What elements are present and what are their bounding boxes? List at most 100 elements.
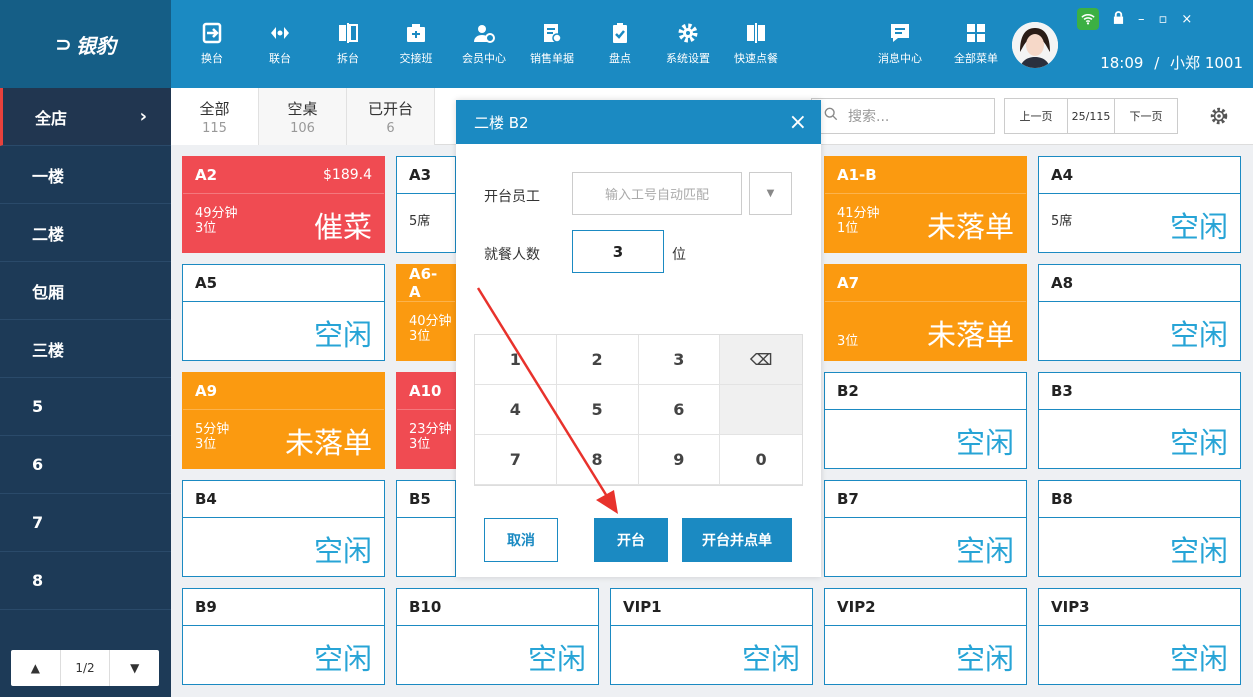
sidebar-item-floor-1[interactable]: 一楼 [0, 146, 171, 204]
dialog-header: 二楼 B2 × [456, 100, 821, 144]
table-card-a6-a[interactable]: A6-A 40分钟 3位 [396, 264, 456, 361]
table-card-b10[interactable]: B10 空闲 [396, 588, 599, 685]
staff-id-input[interactable]: 输入工号自动匹配 [572, 172, 742, 215]
table-card-b2[interactable]: B2 空闲 [824, 372, 1027, 469]
shift-handover-button[interactable]: 交接班 [382, 0, 450, 88]
close-window-icon[interactable]: × [1181, 12, 1192, 27]
sidebar-item-6[interactable]: 6 [0, 436, 171, 494]
key-7[interactable]: 7 [475, 435, 557, 485]
key-0[interactable]: 0 [720, 435, 802, 485]
next-page-button[interactable]: 下一页 [1114, 98, 1178, 134]
table-card-vip3[interactable]: VIP3 空闲 [1038, 588, 1241, 685]
sidebar-item-private-room[interactable]: 包厢 [0, 262, 171, 320]
member-icon [473, 22, 495, 44]
key-5[interactable]: 5 [556, 385, 639, 435]
chevron-right-icon: › [139, 106, 147, 127]
table-card-b7[interactable]: B7 空闲 [824, 480, 1027, 577]
window-controls: – ▫ × [1077, 8, 1192, 30]
merge-table-button[interactable]: 联台 [246, 0, 314, 88]
sidebar-item-floor-2[interactable]: 二楼 [0, 204, 171, 262]
table-amount: $189.4 [323, 167, 372, 183]
sidebar-item-label: 7 [32, 513, 44, 532]
table-card-b8[interactable]: B8 空闲 [1038, 480, 1241, 577]
table-card-b3[interactable]: B3 空闲 [1038, 372, 1241, 469]
table-status: 未落单 [284, 426, 372, 460]
open-and-order-button[interactable]: 开台并点单 [682, 518, 792, 562]
minimize-icon[interactable]: – [1138, 12, 1145, 27]
guest-count-input[interactable]: 3 [572, 230, 664, 273]
clipboard-check-icon [609, 22, 631, 44]
sidebar-item-floor-3[interactable]: 三楼 [0, 320, 171, 378]
table-card-a9[interactable]: A9 5分钟 3位 未落单 [182, 372, 385, 469]
key-8[interactable]: 8 [556, 435, 639, 485]
guest-count-value: 3 [612, 242, 624, 261]
open-table-button[interactable]: 开台 [594, 518, 668, 562]
sidebar-item-7[interactable]: 7 [0, 494, 171, 552]
tab-all[interactable]: 全部 115 [171, 88, 259, 145]
table-card-a1-b[interactable]: A1-B 41分钟 1位 未落单 [824, 156, 1027, 253]
key-4[interactable]: 4 [475, 385, 557, 435]
table-name: B5 [409, 490, 431, 508]
key-1[interactable]: 1 [475, 335, 557, 385]
swap-table-button[interactable]: 换台 [178, 0, 246, 88]
merge-table-label: 联台 [269, 52, 291, 65]
prev-page-button[interactable]: 上一页 [1004, 98, 1068, 134]
search-box[interactable]: 搜索... [811, 98, 995, 134]
table-card-b5[interactable]: B5 [396, 480, 456, 577]
close-icon[interactable]: × [789, 110, 807, 135]
maximize-icon[interactable]: ▫ [1159, 12, 1168, 27]
tab-label: 已开台 [367, 99, 413, 118]
system-settings-button[interactable]: 系统设置 [654, 0, 722, 88]
table-name: A1-B [837, 166, 877, 184]
table-card-b9[interactable]: B9 空闲 [182, 588, 385, 685]
lock-icon[interactable] [1113, 10, 1124, 28]
table-card-b4[interactable]: B4 空闲 [182, 480, 385, 577]
table-card-a7[interactable]: A7 3位 未落单 [824, 264, 1027, 361]
sidebar-item-8[interactable]: 8 [0, 552, 171, 610]
split-table-button[interactable]: 拆台 [314, 0, 382, 88]
table-card-a8[interactable]: A8 空闲 [1038, 264, 1241, 361]
sidebar-item-label: 全店 [35, 108, 68, 128]
page-up-button[interactable]: ▲ [11, 650, 61, 686]
key-3[interactable]: 3 [638, 335, 721, 385]
tab-empty[interactable]: 空桌 106 [259, 88, 347, 145]
table-guests: 3位 [195, 437, 217, 452]
table-name: B8 [1051, 490, 1073, 508]
table-name: A4 [1051, 166, 1074, 184]
table-status: 空闲 [1169, 318, 1228, 352]
sidebar-item-5[interactable]: 5 [0, 378, 171, 436]
key-6[interactable]: 6 [638, 385, 721, 435]
stocktake-button[interactable]: 盘点 [586, 0, 654, 88]
user-avatar[interactable] [1012, 22, 1058, 68]
table-card-a5[interactable]: A5 空闲 [182, 264, 385, 361]
backspace-icon: ⌫ [749, 350, 773, 369]
sales-orders-button[interactable]: 销售单据 [518, 0, 586, 88]
member-center-button[interactable]: 会员中心 [450, 0, 518, 88]
staff-dropdown-button[interactable]: ▼ [749, 172, 792, 215]
sidebar-item-all[interactable]: 全店 › [0, 88, 171, 146]
tab-opened[interactable]: 已开台 6 [347, 88, 435, 145]
table-seats: 5席 [409, 214, 431, 229]
message-center-button[interactable]: 消息中心 [862, 0, 938, 88]
table-name: A2 [195, 166, 218, 184]
table-duration: 41分钟 [837, 206, 880, 221]
table-card-vip1[interactable]: VIP1 空闲 [610, 588, 813, 685]
wifi-icon [1077, 8, 1099, 30]
table-name: A5 [195, 274, 218, 292]
table-card-vip2[interactable]: VIP2 空闲 [824, 588, 1027, 685]
table-card-a3[interactable]: A3 5席 [396, 156, 456, 253]
table-card-a2[interactable]: A2 $189.4 49分钟 3位 催菜 [182, 156, 385, 253]
cancel-button[interactable]: 取消 [484, 518, 558, 562]
quick-order-button[interactable]: 快速点餐 [722, 0, 790, 88]
page-down-button[interactable]: ▼ [110, 650, 159, 686]
key-2[interactable]: 2 [556, 335, 639, 385]
backspace-key[interactable]: ⌫ [720, 335, 802, 385]
table-card-a4[interactable]: A4 5席 空闲 [1038, 156, 1241, 253]
key-9[interactable]: 9 [638, 435, 721, 485]
all-menu-button[interactable]: 全部菜单 [938, 0, 1014, 88]
table-seats: 5席 [1051, 214, 1073, 229]
staff-label: 开台员工 [484, 189, 540, 205]
table-card-a10[interactable]: A10 23分钟 3位 [396, 372, 456, 469]
settings-gear-icon[interactable] [1209, 106, 1229, 130]
current-user: 小郑 1001 [1170, 54, 1243, 72]
